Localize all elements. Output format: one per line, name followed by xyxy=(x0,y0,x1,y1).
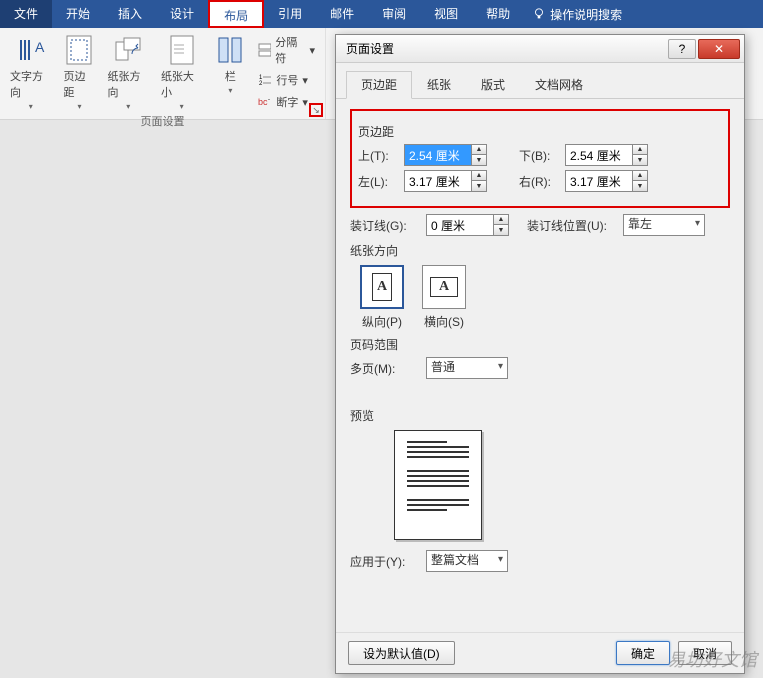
spin-gutter[interactable]: ▲▼ xyxy=(426,214,509,236)
section-orientation: 纸张方向 xyxy=(350,242,730,259)
spin-down-icon[interactable]: ▼ xyxy=(472,155,486,165)
label-bottom: 下(B): xyxy=(519,147,559,164)
line-numbers-icon: 12 xyxy=(258,73,272,87)
label-gutter: 装订线(G): xyxy=(350,217,420,234)
spin-down-icon[interactable]: ▼ xyxy=(633,181,647,191)
input-bottom[interactable] xyxy=(565,144,633,166)
tell-me-label: 操作说明搜索 xyxy=(550,6,622,23)
spin-up-icon[interactable]: ▲ xyxy=(472,171,486,181)
tab-mailings[interactable]: 邮件 xyxy=(316,0,368,28)
tab-references[interactable]: 引用 xyxy=(264,0,316,28)
ok-button[interactable]: 确定 xyxy=(616,641,670,665)
svg-text:A: A xyxy=(35,39,45,55)
orientation-icon xyxy=(114,36,142,64)
btn-orientation[interactable]: 纸张方向▾ xyxy=(103,32,152,113)
columns-icon xyxy=(217,36,243,64)
spin-up-icon[interactable]: ▲ xyxy=(633,145,647,155)
set-default-button[interactable]: 设为默认值(D) xyxy=(348,641,455,665)
input-gutter[interactable] xyxy=(426,214,494,236)
margins-highlight-box: 页边距 上(T): ▲▼ 下(B): ▲▼ 左(L): ▲▼ 右(R): ▲▼ xyxy=(350,109,730,208)
breaks-icon xyxy=(258,43,271,57)
label-top: 上(T): xyxy=(358,147,398,164)
group-label-page-setup: 页面设置 xyxy=(6,113,319,131)
tab-view[interactable]: 视图 xyxy=(420,0,472,28)
label-gutter-pos: 装订线位置(U): xyxy=(527,217,617,234)
margins-icon xyxy=(66,35,92,65)
btn-margins[interactable]: 页边距▾ xyxy=(59,32,99,113)
dialog-footer: 设为默认值(D) 确定 取消 xyxy=(336,632,744,673)
text-direction-icon: A xyxy=(17,36,45,64)
tell-me-search[interactable]: 操作说明搜索 xyxy=(532,6,622,23)
btn-line-numbers[interactable]: 12行号▾ xyxy=(254,70,319,90)
spin-down-icon[interactable]: ▼ xyxy=(633,155,647,165)
spin-down-icon[interactable]: ▼ xyxy=(494,225,508,235)
combo-apply-to[interactable]: 整篇文档 xyxy=(426,550,508,572)
close-button[interactable]: ✕ xyxy=(698,39,740,59)
btn-text-direction[interactable]: A 文字方向▾ xyxy=(6,32,55,113)
input-left[interactable] xyxy=(404,170,472,192)
hyphenation-icon: bc- xyxy=(258,95,272,109)
help-button[interactable]: ? xyxy=(668,39,696,59)
dialog-tab-margins[interactable]: 页边距 xyxy=(346,71,412,99)
btn-size[interactable]: 纸张大小▾ xyxy=(157,32,206,113)
spin-left[interactable]: ▲▼ xyxy=(404,170,487,192)
spin-up-icon[interactable]: ▲ xyxy=(633,171,647,181)
dialog-tab-layout[interactable]: 版式 xyxy=(466,71,520,98)
page-setup-dialog: 页面设置 ? ✕ 页边距 纸张 版式 文档网格 页边距 上(T): ▲▼ 下(B… xyxy=(335,34,745,674)
ribbon-tabs: 文件 开始 插入 设计 布局 引用 邮件 审阅 视图 帮助 操作说明搜索 xyxy=(0,0,763,28)
preview-page xyxy=(394,430,482,540)
input-right[interactable] xyxy=(565,170,633,192)
tab-review[interactable]: 审阅 xyxy=(368,0,420,28)
dialog-tab-paper[interactable]: 纸张 xyxy=(412,71,466,98)
orientation-landscape[interactable]: A 横向(S) xyxy=(422,265,466,330)
dialog-title: 页面设置 xyxy=(346,40,666,57)
group-page-setup: A 文字方向▾ 页边距▾ 纸张方向▾ 纸张大小▾ 栏▾ 分隔符▾ 12行号▾ xyxy=(0,28,326,119)
spin-down-icon[interactable]: ▼ xyxy=(472,181,486,191)
lightbulb-icon xyxy=(532,7,546,21)
spin-up-icon[interactable]: ▲ xyxy=(494,215,508,225)
dialog-body: 页边距 上(T): ▲▼ 下(B): ▲▼ 左(L): ▲▼ 右(R): ▲▼ … xyxy=(336,99,744,586)
size-icon xyxy=(170,35,194,65)
label-right: 右(R): xyxy=(519,173,559,190)
label-apply-to: 应用于(Y): xyxy=(350,553,420,570)
orientation-portrait[interactable]: A 纵向(P) xyxy=(360,265,404,330)
label-left: 左(L): xyxy=(358,173,398,190)
dialog-titlebar: 页面设置 ? ✕ xyxy=(336,35,744,63)
page-setup-dialog-launcher[interactable]: ↘ xyxy=(309,103,323,117)
label-multipage: 多页(M): xyxy=(350,360,420,377)
btn-breaks[interactable]: 分隔符▾ xyxy=(254,32,319,68)
tab-design[interactable]: 设计 xyxy=(156,0,208,28)
tab-layout[interactable]: 布局 xyxy=(208,0,264,28)
spin-top[interactable]: ▲▼ xyxy=(404,144,487,166)
btn-columns[interactable]: 栏▾ xyxy=(210,32,250,97)
spin-up-icon[interactable]: ▲ xyxy=(472,145,486,155)
spin-right[interactable]: ▲▼ xyxy=(565,170,648,192)
tab-file[interactable]: 文件 xyxy=(0,0,52,28)
cancel-button[interactable]: 取消 xyxy=(678,641,732,665)
tab-home[interactable]: 开始 xyxy=(52,0,104,28)
section-preview: 预览 xyxy=(350,407,730,424)
tab-help[interactable]: 帮助 xyxy=(472,0,524,28)
combo-multipage[interactable]: 普通 xyxy=(426,357,508,379)
tab-insert[interactable]: 插入 xyxy=(104,0,156,28)
input-top[interactable] xyxy=(404,144,472,166)
section-margins: 页边距 xyxy=(358,123,722,140)
combo-gutter-pos[interactable]: 靠左 xyxy=(623,214,705,236)
section-pages: 页码范围 xyxy=(350,336,730,353)
svg-text:bc: bc xyxy=(258,97,268,107)
dialog-tab-grid[interactable]: 文档网格 xyxy=(520,71,598,98)
dialog-tabs: 页边距 纸张 版式 文档网格 xyxy=(336,63,744,99)
spin-bottom[interactable]: ▲▼ xyxy=(565,144,648,166)
svg-text:2: 2 xyxy=(259,81,263,87)
svg-text:-: - xyxy=(268,97,270,103)
